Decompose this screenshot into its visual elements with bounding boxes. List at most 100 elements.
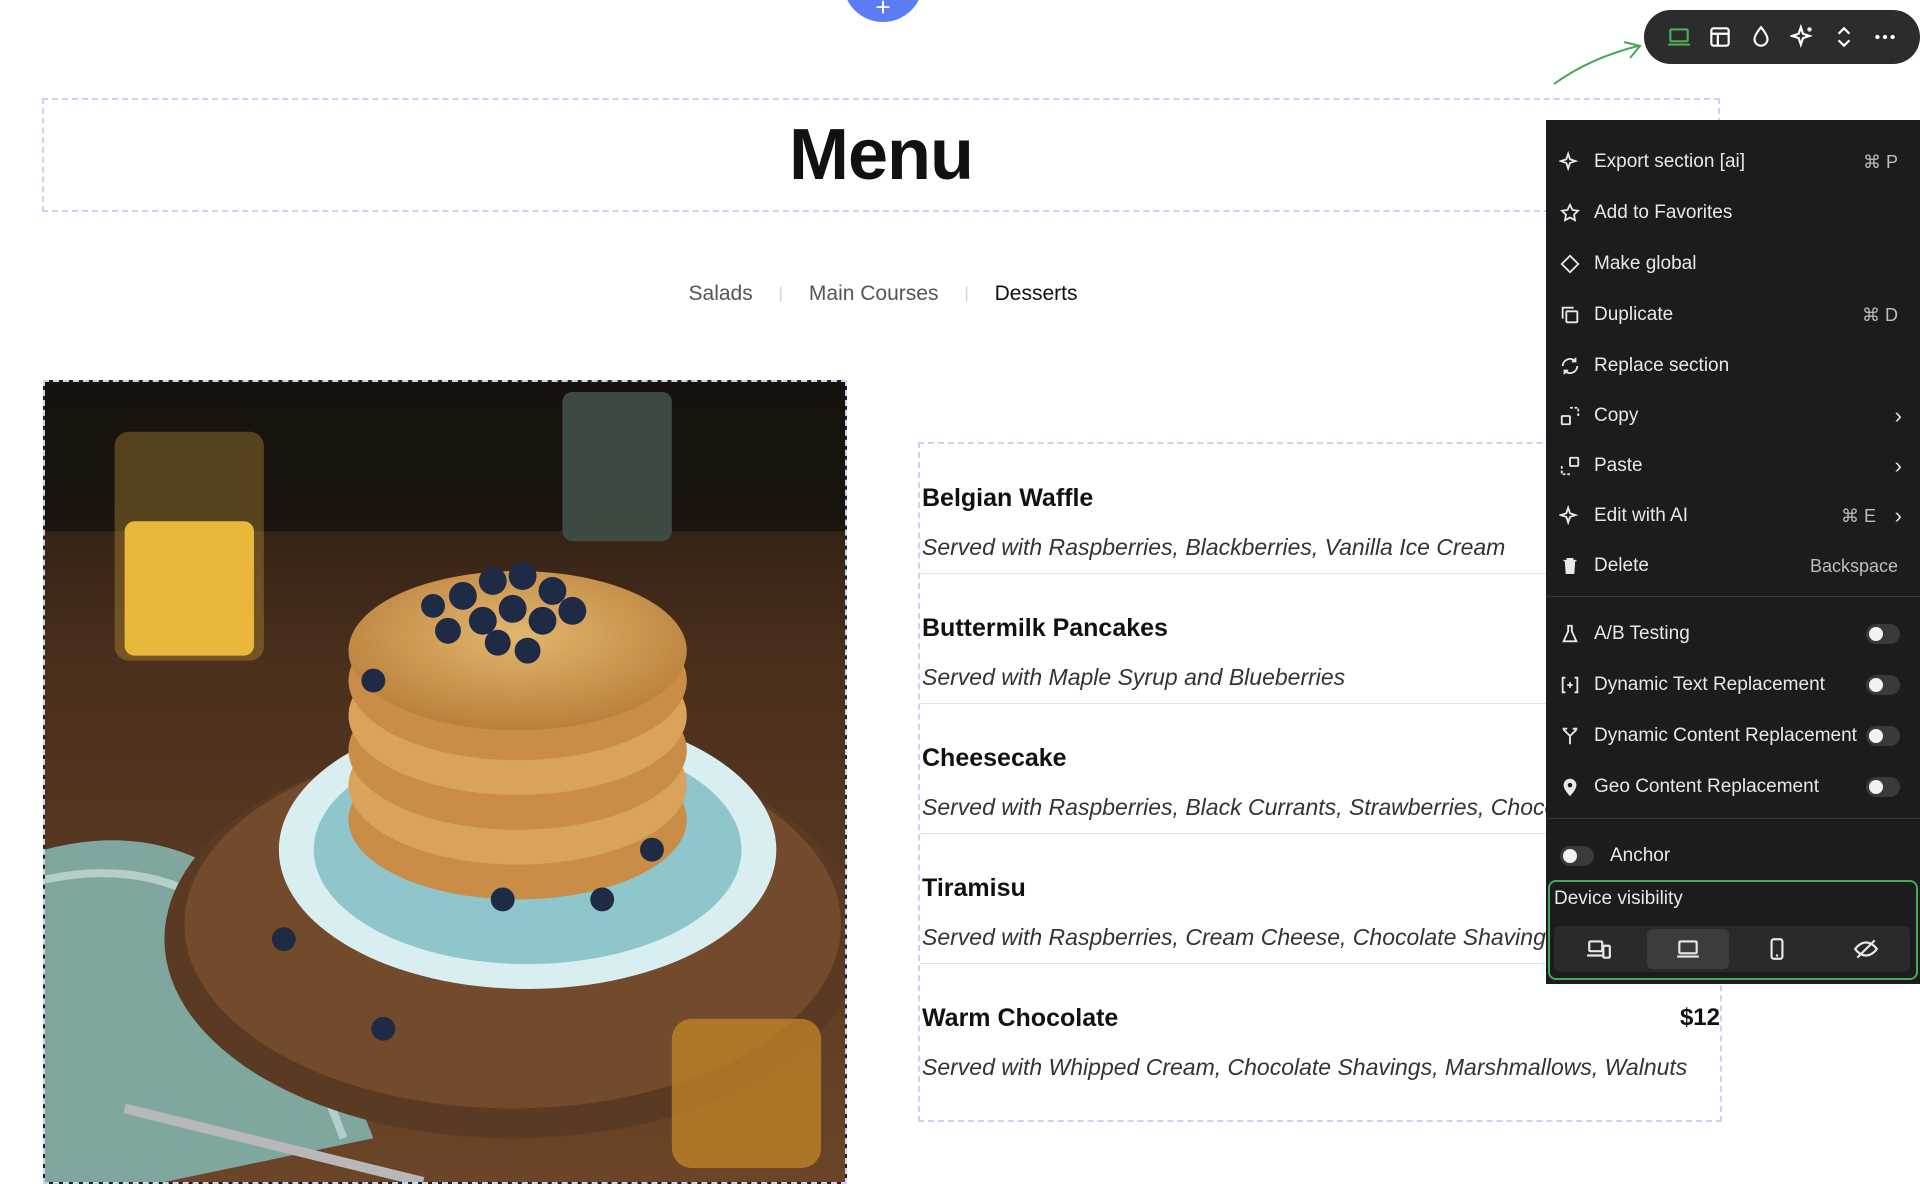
menu-item-label: Replace section bbox=[1594, 355, 1730, 376]
menu-item-label: Paste bbox=[1594, 455, 1643, 476]
menu-item-edit-with-ai[interactable]: Edit with AI ⌘ E › bbox=[1546, 496, 1920, 536]
section-toolbar bbox=[1644, 10, 1920, 64]
anchor-row[interactable]: Anchor bbox=[1546, 836, 1920, 876]
item-description: Served with Whipped Cream, Chocolate Sha… bbox=[922, 1054, 1688, 1080]
shortcut-label: ⌘ E bbox=[1840, 505, 1876, 526]
menu-item-label: Add to Favorites bbox=[1594, 202, 1733, 223]
desktop-only-button[interactable] bbox=[1646, 929, 1729, 969]
anchor-label: Anchor bbox=[1610, 845, 1671, 866]
chevron-right-icon: › bbox=[1894, 403, 1902, 428]
item-name: Tiramisu bbox=[922, 874, 1026, 902]
shortcut-label: ⌘ D bbox=[1862, 304, 1898, 325]
droplet-icon bbox=[1753, 25, 1769, 47]
toolbar-more-button[interactable] bbox=[1870, 22, 1900, 52]
geo-content-toggle[interactable] bbox=[1866, 777, 1900, 797]
menu-item-label: Geo Content Replacement bbox=[1594, 776, 1819, 797]
all-devices-button[interactable] bbox=[1558, 929, 1640, 969]
menu-item-delete[interactable]: Delete Backspace bbox=[1546, 546, 1920, 586]
duplicate-icon bbox=[1558, 303, 1582, 327]
toggle-row-geo-content[interactable]: Geo Content Replacement bbox=[1546, 767, 1920, 807]
pancakes-illustration bbox=[45, 382, 845, 1182]
shortcut-label: Backspace bbox=[1809, 555, 1898, 576]
menu-item-duplicate[interactable]: Duplicate ⌘ D bbox=[1546, 295, 1920, 335]
toolbar-style-button[interactable] bbox=[1746, 22, 1776, 52]
item-description: Served with Maple Syrup and Blueberries bbox=[922, 664, 1346, 690]
menu-item-replace-section[interactable]: Replace section bbox=[1546, 346, 1920, 386]
sparkle-icon bbox=[1789, 24, 1813, 49]
menu-item-make-global[interactable]: Make global bbox=[1546, 244, 1920, 284]
device-visibility-section: Device visibility bbox=[1548, 880, 1918, 980]
copy-icon bbox=[1558, 404, 1582, 428]
tab-salads[interactable]: Salads bbox=[663, 282, 779, 306]
menu-item-label: Make global bbox=[1594, 253, 1697, 274]
sparkle-icon bbox=[1558, 150, 1582, 174]
shortcut-label: ⌘ P bbox=[1862, 151, 1898, 172]
trash-icon bbox=[1558, 554, 1582, 578]
all-devices-icon bbox=[1586, 940, 1611, 959]
branch-icon bbox=[1558, 724, 1582, 748]
item-description: Served with Raspberries, Cream Cheese, C… bbox=[922, 924, 1558, 950]
tab-desserts[interactable]: Desserts bbox=[969, 282, 1104, 306]
menu-item-label: Dynamic Content Replacement bbox=[1594, 725, 1857, 746]
toggle-row-dynamic-content[interactable]: Dynamic Content Replacement bbox=[1546, 716, 1920, 756]
reorder-icon bbox=[1837, 26, 1851, 48]
chevron-right-icon: › bbox=[1894, 503, 1902, 528]
refresh-icon bbox=[1558, 354, 1582, 378]
menu-item-label: Export section [ai] bbox=[1594, 151, 1746, 172]
hide-button[interactable] bbox=[1825, 929, 1907, 969]
item-name: Cheesecake bbox=[922, 744, 1067, 772]
menu-item-label: Delete bbox=[1594, 555, 1649, 576]
pin-icon bbox=[1558, 775, 1582, 799]
device-visibility-title: Device visibility bbox=[1554, 888, 1683, 909]
annotation-arrow-icon bbox=[1553, 41, 1642, 85]
menu-title-block[interactable]: Menu bbox=[42, 98, 1720, 212]
more-icon bbox=[1875, 34, 1896, 40]
hidden-icon bbox=[1853, 939, 1878, 959]
bracket-icon bbox=[1558, 673, 1582, 697]
menu-item-copy[interactable]: Copy › bbox=[1546, 396, 1920, 436]
laptop-icon bbox=[1667, 28, 1690, 46]
diamond-icon bbox=[1558, 252, 1582, 276]
chevron-right-icon: › bbox=[1894, 453, 1902, 478]
item-name: Buttermilk Pancakes bbox=[922, 614, 1168, 642]
dynamic-content-toggle[interactable] bbox=[1866, 726, 1900, 746]
paste-icon bbox=[1558, 454, 1582, 478]
plus-icon: + bbox=[875, 0, 891, 22]
toggle-row-ab-testing[interactable]: A/B Testing bbox=[1546, 614, 1920, 654]
layout-icon bbox=[1710, 27, 1730, 47]
dynamic-text-toggle[interactable] bbox=[1866, 675, 1900, 695]
flask-icon bbox=[1558, 622, 1582, 646]
menu-item-export-section[interactable]: Export section [ai] ⌘ P bbox=[1546, 142, 1920, 182]
toolbar-layout-button[interactable] bbox=[1705, 22, 1735, 52]
toolbar-device-button[interactable] bbox=[1664, 22, 1694, 52]
menu-item-add-favorites[interactable]: Add to Favorites bbox=[1546, 193, 1920, 233]
star-icon bbox=[1558, 201, 1582, 225]
ab-testing-toggle[interactable] bbox=[1866, 624, 1900, 644]
item-price: $12 bbox=[1679, 1004, 1720, 1031]
sparkle-icon bbox=[1558, 504, 1582, 528]
anchor-toggle[interactable] bbox=[1560, 846, 1594, 866]
menu-divider bbox=[1546, 818, 1920, 819]
menu-item-label: Copy bbox=[1594, 405, 1639, 426]
menu-item-label: Edit with AI bbox=[1594, 505, 1688, 526]
tab-main-courses[interactable]: Main Courses bbox=[783, 282, 965, 306]
page-title: Menu bbox=[789, 115, 974, 195]
toolbar-reorder-button[interactable] bbox=[1829, 22, 1859, 52]
toggle-row-dynamic-text[interactable]: Dynamic Text Replacement bbox=[1546, 665, 1920, 705]
item-name: Warm Chocolate bbox=[922, 1004, 1119, 1032]
pancakes-photo[interactable] bbox=[43, 380, 847, 1184]
menu-divider bbox=[1546, 596, 1920, 597]
menu-item-label: A/B Testing bbox=[1594, 623, 1690, 644]
category-tabs: Salads | Main Courses | Desserts bbox=[0, 282, 1766, 306]
item-name: Belgian Waffle bbox=[922, 484, 1094, 512]
add-section-button[interactable]: + bbox=[843, 0, 923, 22]
menu-item-label: Dynamic Text Replacement bbox=[1594, 674, 1825, 695]
device-visibility-options bbox=[1554, 926, 1910, 972]
menu-item-label: Duplicate bbox=[1594, 304, 1674, 325]
item-description: Served with Raspberries, Black Currants,… bbox=[922, 794, 1582, 820]
menu-item-paste[interactable]: Paste › bbox=[1546, 446, 1920, 486]
mobile-only-button[interactable] bbox=[1736, 929, 1818, 969]
mobile-icon bbox=[1770, 938, 1783, 960]
toolbar-ai-button[interactable] bbox=[1788, 22, 1818, 52]
item-description: Served with Raspberries, Blackberries, V… bbox=[922, 534, 1506, 560]
